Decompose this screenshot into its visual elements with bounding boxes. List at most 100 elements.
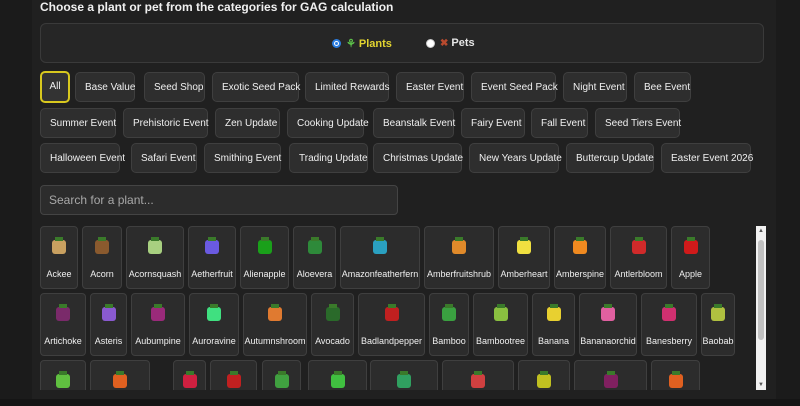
category-event-seed-pack[interactable]: Event Seed Pack xyxy=(471,72,558,102)
category-exotic-seed-pack[interactable]: Exotic Seed Pack xyxy=(212,72,300,102)
plant-tile[interactable]: Bananaorchid xyxy=(579,293,637,356)
plant-tile[interactable]: Alienapple xyxy=(240,226,289,289)
plant-tile[interactable]: Banesberry xyxy=(641,293,697,356)
plant-tile[interactable]: Bambootree xyxy=(473,293,528,356)
plant-tile[interactable] xyxy=(308,360,367,390)
category-easter-event[interactable]: Easter Event xyxy=(396,72,464,102)
sprout-icon: ⚘ xyxy=(346,38,356,50)
scroll-down-arrow-icon[interactable]: ▼ xyxy=(757,382,765,388)
plant-tile[interactable]: Ackee xyxy=(40,226,78,289)
ackee-icon xyxy=(47,235,71,259)
category-zen-update[interactable]: Zen Update xyxy=(215,108,280,138)
plant-tile[interactable]: Aetherfruit xyxy=(188,226,236,289)
aetherfruit-icon xyxy=(200,235,224,259)
aubumpine-icon xyxy=(146,302,170,326)
plant-name: Alienapple xyxy=(243,269,286,279)
category-summer-event[interactable]: Summer Event xyxy=(40,108,116,138)
plant-grid: Ackee Acorn Acornsquash Aetherfruit Alienapp… xyxy=(40,226,758,390)
plant-tile[interactable] xyxy=(651,360,700,390)
plant-tile[interactable]: Avocado xyxy=(311,293,354,356)
plant-tile[interactable]: Aloevera xyxy=(293,226,336,289)
plant-tile[interactable]: Banana xyxy=(532,293,575,356)
category-base-value[interactable]: Base Value xyxy=(75,72,135,102)
plant-tile[interactable]: Asteris xyxy=(90,293,127,356)
plant-tile[interactable]: Acornsquash xyxy=(126,226,184,289)
plant-tile[interactable]: Bamboo xyxy=(429,293,469,356)
category-new-years-update[interactable]: New Years Update xyxy=(469,143,562,173)
category-buttercup-update[interactable]: Buttercup Update xyxy=(566,143,654,173)
category-smithing-event[interactable]: Smithing Event xyxy=(204,143,281,173)
plant-tile[interactable] xyxy=(210,360,257,390)
plant-grid-scrollbar[interactable]: ▲ ▼ xyxy=(756,226,766,390)
plant-tile[interactable]: Acorn xyxy=(82,226,122,289)
bambootree-icon xyxy=(489,302,513,326)
category-beanstalk-event[interactable]: Beanstalk Event xyxy=(373,108,455,138)
category-safari-event[interactable]: Safari Event xyxy=(131,143,197,173)
plant-tile[interactable]: Amberheart xyxy=(498,226,550,289)
plant-name: Amazonfeatherfern xyxy=(341,269,419,279)
plant-tile[interactable]: Artichoke xyxy=(40,293,86,356)
plant-tile[interactable] xyxy=(90,360,150,390)
plant-tile[interactable]: Amberspine xyxy=(554,226,606,289)
page-heading: Choose a plant or pet from the categorie… xyxy=(40,0,394,14)
plant-tile[interactable] xyxy=(574,360,647,390)
scroll-thumb[interactable] xyxy=(758,240,764,340)
category-christmas-update[interactable]: Christmas Update xyxy=(373,143,463,173)
category-trading-update[interactable]: Trading Update xyxy=(289,143,368,173)
plant-name: Amberheart xyxy=(500,269,548,279)
plant-tile[interactable]: Amberfruitshrub xyxy=(424,226,494,289)
plant-name: Amberspine xyxy=(555,269,605,279)
plant-name: Banesberry xyxy=(645,336,693,346)
plant-search-input[interactable] xyxy=(40,185,398,215)
plant-tile[interactable] xyxy=(262,360,301,390)
plant-tile[interactable]: Auroravine xyxy=(189,293,239,356)
plant-tile[interactable]: Badlandpepper xyxy=(358,293,425,356)
plants-radio[interactable] xyxy=(332,39,341,48)
scroll-up-arrow-icon[interactable]: ▲ xyxy=(757,228,765,234)
category-fairy-event[interactable]: Fairy Event xyxy=(461,108,525,138)
plant-tile[interactable]: Aubumpine xyxy=(131,293,185,356)
plant-name: Banana xyxy=(537,336,570,346)
plant-tile[interactable]: Autumnshroom xyxy=(243,293,307,356)
pets-label: Pets xyxy=(451,37,475,49)
plant-tile[interactable] xyxy=(40,360,86,390)
pets-radio[interactable] xyxy=(426,38,435,48)
category-cooking-update[interactable]: Cooking Update xyxy=(287,108,369,138)
category-all[interactable]: All xyxy=(40,71,70,103)
plant-tile[interactable]: Antlerbloom xyxy=(610,226,667,289)
category-seed-tiers-event[interactable]: Seed Tiers Event xyxy=(595,108,681,138)
plant-tile[interactable]: Apple xyxy=(671,226,710,289)
plant-icon xyxy=(532,369,556,390)
category-easter-event-2026[interactable]: Easter Event 2026 xyxy=(661,143,753,173)
category-seed-shop[interactable]: Seed Shop xyxy=(144,72,205,102)
category-prehistoric-event[interactable]: Prehistoric Event xyxy=(123,108,209,138)
baobab-icon xyxy=(706,302,730,326)
antlerbloom-icon xyxy=(627,235,651,259)
plant-tile[interactable] xyxy=(173,360,206,390)
plant-name: Aetherfruit xyxy=(191,269,233,279)
plant-icon xyxy=(108,369,132,390)
plant-name: Amberfruitshrub xyxy=(426,269,492,279)
plant-name: Acorn xyxy=(90,269,114,279)
plant-icon xyxy=(178,369,202,390)
plants-radio-option[interactable]: ⚘ Plants xyxy=(332,37,392,50)
category-night-event[interactable]: Night Event xyxy=(563,72,627,102)
acornsquash-icon xyxy=(143,235,167,259)
artichoke-icon xyxy=(51,302,75,326)
plant-tile[interactable] xyxy=(442,360,514,390)
plant-icon xyxy=(326,369,350,390)
category-fall-event[interactable]: Fall Event xyxy=(531,108,588,138)
plant-name: Auroravine xyxy=(192,336,236,346)
plant-tile[interactable] xyxy=(518,360,570,390)
pets-radio-option[interactable]: ✖ Pets xyxy=(426,37,475,49)
page-bottom-bar xyxy=(0,399,800,406)
plant-tile[interactable] xyxy=(370,360,438,390)
category-limited-rewards[interactable]: Limited Rewards xyxy=(305,72,389,102)
plant-name: Aloevera xyxy=(296,269,333,279)
banana-icon xyxy=(542,302,566,326)
category-bee-event[interactable]: Bee Event xyxy=(634,72,691,102)
avocado-icon xyxy=(321,302,345,326)
plant-tile[interactable]: Baobab xyxy=(701,293,735,356)
category-halloween-event[interactable]: Halloween Event xyxy=(40,143,125,173)
plant-tile[interactable]: Amazonfeatherfern xyxy=(340,226,420,289)
